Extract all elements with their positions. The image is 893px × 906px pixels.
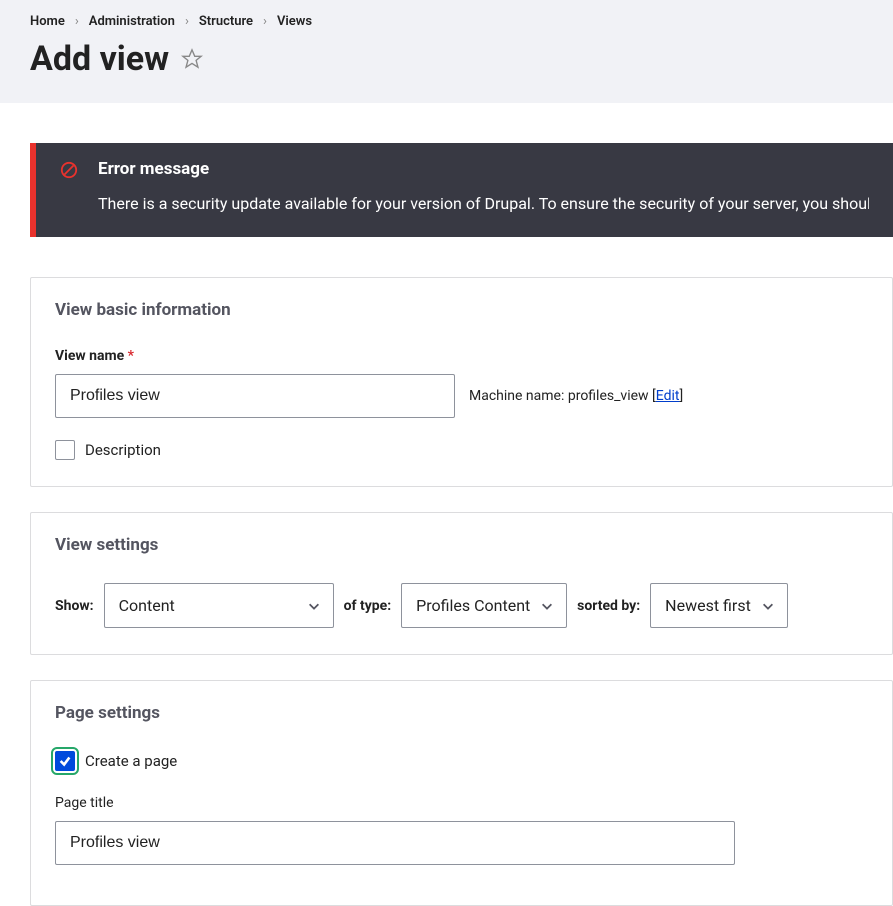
create-page-checkbox[interactable] [55,751,75,771]
machine-name-edit-link[interactable]: Edit [656,388,680,404]
view-name-label: View name * [55,348,868,364]
view-basic-info-panel: View basic information View name * Machi… [30,277,893,487]
breadcrumb-link-home[interactable]: Home [30,14,65,29]
star-icon[interactable] [181,48,203,70]
machine-name-text: Machine name: profiles_view [Edit] [469,388,683,404]
show-select[interactable]: Content [104,583,334,628]
page-title-input[interactable] [55,821,735,865]
page-settings-panel: Page settings Create a page Page title [30,680,893,906]
description-checkbox[interactable] [55,440,75,460]
chevron-right-icon: › [75,14,79,29]
description-checkbox-label: Description [85,441,161,459]
sort-select[interactable]: Newest first [650,583,788,628]
chevron-right-icon: › [185,14,189,29]
error-message-box: Error message There is a security update… [30,143,893,237]
page-title: Add view [30,39,169,79]
type-label: of type: [344,598,392,614]
breadcrumb-link-structure[interactable]: Structure [199,14,253,29]
view-settings-panel: View settings Show: Content of type: Pro… [30,512,893,655]
error-text: There is a security update available for… [98,193,869,215]
header-region: Home › Administration › Structure › View… [0,0,893,103]
type-select[interactable]: Profiles Content [401,583,567,628]
chevron-right-icon: › [263,14,267,29]
breadcrumb: Home › Administration › Structure › View… [30,14,863,29]
panel-legend: View settings [55,513,868,555]
chevron-down-icon [540,599,554,613]
panel-legend: View basic information [55,278,868,320]
error-title: Error message [98,159,869,179]
chevron-down-icon [761,599,775,613]
create-page-label: Create a page [85,752,177,770]
sort-label: sorted by: [577,598,640,614]
error-icon [60,161,78,179]
breadcrumb-link-administration[interactable]: Administration [89,14,175,29]
show-label: Show: [55,598,94,614]
chevron-down-icon [307,599,321,613]
page-title-label: Page title [55,795,868,811]
breadcrumb-link-views[interactable]: Views [277,14,312,29]
panel-legend: Page settings [55,681,868,723]
view-name-input[interactable] [55,374,455,418]
